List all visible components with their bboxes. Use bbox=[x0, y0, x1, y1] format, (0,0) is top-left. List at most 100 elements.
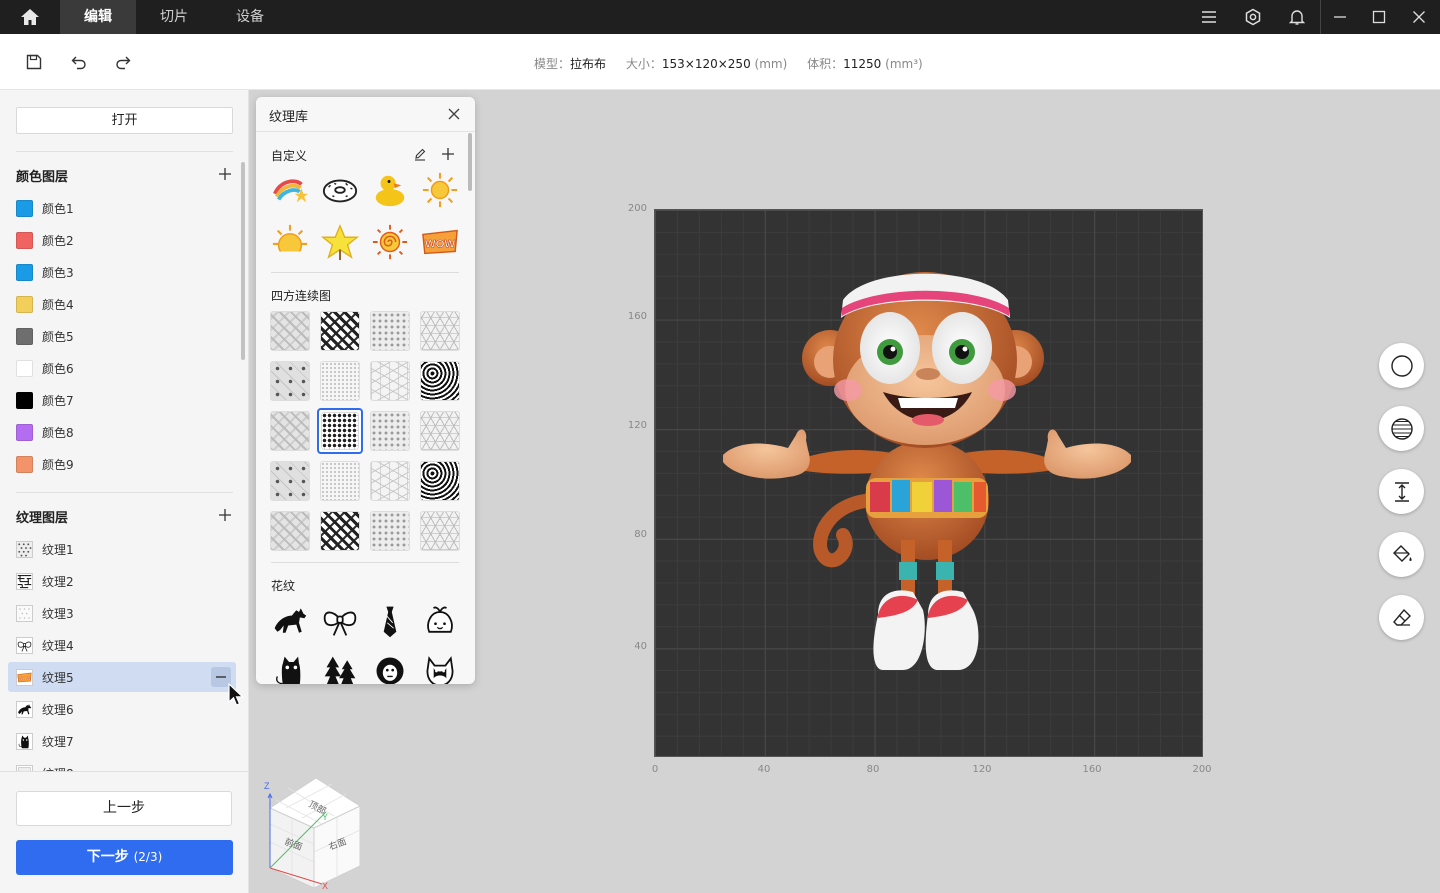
color-layer-name: 颜色4 bbox=[42, 297, 74, 312]
rainbow-star-icon[interactable] bbox=[270, 170, 310, 210]
texture-layer-row[interactable]: 纹理4 bbox=[8, 630, 236, 660]
fine-dots-pattern[interactable] bbox=[320, 361, 360, 401]
cat-icon[interactable] bbox=[270, 651, 310, 684]
labyrinth-pattern[interactable] bbox=[420, 461, 460, 501]
add-color-icon[interactable] bbox=[218, 167, 232, 181]
spiral-sun-icon[interactable] bbox=[370, 222, 410, 262]
next-step-button[interactable]: 下一步 (2/3) bbox=[16, 840, 233, 875]
texture-layer-row[interactable]: 纹理2 bbox=[8, 566, 236, 596]
close-icon[interactable] bbox=[446, 106, 462, 122]
maze-pattern[interactable] bbox=[320, 311, 360, 351]
redo-icon[interactable] bbox=[112, 51, 134, 73]
weave-pattern[interactable] bbox=[270, 411, 310, 451]
color-swatch[interactable] bbox=[16, 327, 33, 345]
title-bar: 编辑 切片 设备 bbox=[0, 0, 1440, 34]
husky-icon[interactable] bbox=[420, 651, 460, 684]
scrollbar[interactable] bbox=[468, 133, 472, 191]
texture-layer-row[interactable]: 纹理8 bbox=[8, 758, 236, 771]
tie-icon[interactable] bbox=[370, 601, 410, 641]
divider bbox=[1320, 0, 1321, 34]
weave-pattern[interactable] bbox=[270, 311, 310, 351]
wow-text-icon[interactable]: WOW bbox=[420, 222, 460, 262]
texture-layer-name: 纹理5 bbox=[42, 670, 74, 685]
maze-pattern[interactable] bbox=[320, 511, 360, 551]
hex-pattern[interactable] bbox=[420, 311, 460, 351]
horse-icon[interactable] bbox=[270, 601, 310, 641]
color-swatch[interactable] bbox=[16, 359, 33, 377]
edit-icon[interactable] bbox=[413, 147, 427, 161]
dots-pattern[interactable] bbox=[370, 411, 410, 451]
color-swatch[interactable] bbox=[16, 423, 33, 441]
dots-pattern[interactable] bbox=[370, 311, 410, 351]
color-swatch[interactable] bbox=[16, 455, 33, 473]
undo-icon[interactable] bbox=[68, 51, 90, 73]
weave-pattern[interactable] bbox=[270, 511, 310, 551]
menu-icon[interactable] bbox=[1192, 0, 1226, 34]
scrollbar[interactable] bbox=[241, 162, 245, 360]
settings-icon[interactable] bbox=[1236, 0, 1270, 34]
divider bbox=[16, 492, 233, 493]
cross-pattern[interactable] bbox=[270, 461, 310, 501]
texture-layer-row[interactable]: 纹理7 bbox=[8, 726, 236, 756]
eraser-icon[interactable] bbox=[1379, 595, 1424, 640]
rubber-duck-icon[interactable] bbox=[370, 170, 410, 210]
color-layer-row[interactable]: 颜色8 bbox=[8, 417, 236, 447]
hex-pattern[interactable] bbox=[420, 411, 460, 451]
color-swatch[interactable] bbox=[16, 295, 33, 313]
color-layer-row[interactable]: 颜色1 bbox=[8, 193, 236, 223]
onion-icon[interactable] bbox=[420, 601, 460, 641]
color-layer-row[interactable]: 颜色6 bbox=[8, 353, 236, 383]
color-swatch[interactable] bbox=[16, 263, 33, 281]
y-tick-label: 80 bbox=[634, 529, 647, 540]
color-swatch[interactable] bbox=[16, 391, 33, 409]
color-layer-row[interactable]: 颜色9 bbox=[8, 449, 236, 479]
circle-tool-icon[interactable] bbox=[1379, 343, 1424, 388]
3d-model-monkey[interactable] bbox=[718, 270, 1136, 678]
texture-layer-row[interactable]: 纹理1 bbox=[8, 534, 236, 564]
maximize-icon[interactable] bbox=[1362, 0, 1396, 34]
paint-bucket-icon[interactable] bbox=[1379, 532, 1424, 577]
open-button[interactable]: 打开 bbox=[16, 107, 233, 134]
color-layer-row[interactable]: 颜色3 bbox=[8, 257, 236, 287]
tab-slice[interactable]: 切片 bbox=[136, 0, 212, 34]
add-texture-icon[interactable] bbox=[218, 508, 232, 522]
star-icon[interactable] bbox=[320, 222, 360, 262]
volume-value: 11250 bbox=[843, 57, 882, 71]
divider bbox=[16, 151, 233, 152]
cube-pattern[interactable] bbox=[370, 361, 410, 401]
previous-step-button[interactable]: 上一步 bbox=[16, 791, 232, 826]
texture-layer-row[interactable]: WOW 纹理5 bbox=[8, 662, 236, 692]
tab-device[interactable]: 设备 bbox=[212, 0, 288, 34]
lion-icon[interactable] bbox=[370, 651, 410, 684]
color-layer-row[interactable]: 颜色4 bbox=[8, 289, 236, 319]
color-layer-row[interactable]: 颜色5 bbox=[8, 321, 236, 351]
dense-dots-pattern[interactable] bbox=[317, 408, 363, 454]
texture-layer-row[interactable]: 纹理6 bbox=[8, 694, 236, 724]
sun-icon[interactable] bbox=[420, 170, 460, 210]
cube-pattern[interactable] bbox=[370, 461, 410, 501]
labyrinth-pattern[interactable] bbox=[420, 361, 460, 401]
view-cube[interactable]: 顶部 前面 右面 Z Y X bbox=[262, 772, 366, 890]
height-icon[interactable] bbox=[1379, 469, 1424, 514]
close-window-icon[interactable] bbox=[1402, 0, 1436, 34]
tab-edit[interactable]: 编辑 bbox=[60, 0, 136, 34]
color-swatch[interactable] bbox=[16, 199, 33, 217]
fine-dots-pattern[interactable] bbox=[320, 461, 360, 501]
bow-icon[interactable] bbox=[320, 601, 360, 641]
home-icon[interactable] bbox=[0, 0, 60, 34]
dots-pattern[interactable] bbox=[370, 511, 410, 551]
sphere-texture-icon[interactable] bbox=[1379, 406, 1424, 451]
donut-icon[interactable] bbox=[320, 170, 360, 210]
color-layer-row[interactable]: 颜色2 bbox=[8, 225, 236, 255]
trees-icon[interactable] bbox=[320, 651, 360, 684]
minimize-icon[interactable] bbox=[1323, 0, 1357, 34]
texture-layer-row[interactable]: 纹理3 bbox=[8, 598, 236, 628]
add-custom-icon[interactable] bbox=[441, 147, 455, 161]
save-icon[interactable] bbox=[23, 51, 45, 73]
cross-pattern[interactable] bbox=[270, 361, 310, 401]
sun-swirl-icon[interactable] bbox=[270, 222, 310, 262]
hex-pattern[interactable] bbox=[420, 511, 460, 551]
bell-icon[interactable] bbox=[1280, 0, 1314, 34]
color-swatch[interactable] bbox=[16, 231, 33, 249]
color-layer-row[interactable]: 颜色7 bbox=[8, 385, 236, 415]
